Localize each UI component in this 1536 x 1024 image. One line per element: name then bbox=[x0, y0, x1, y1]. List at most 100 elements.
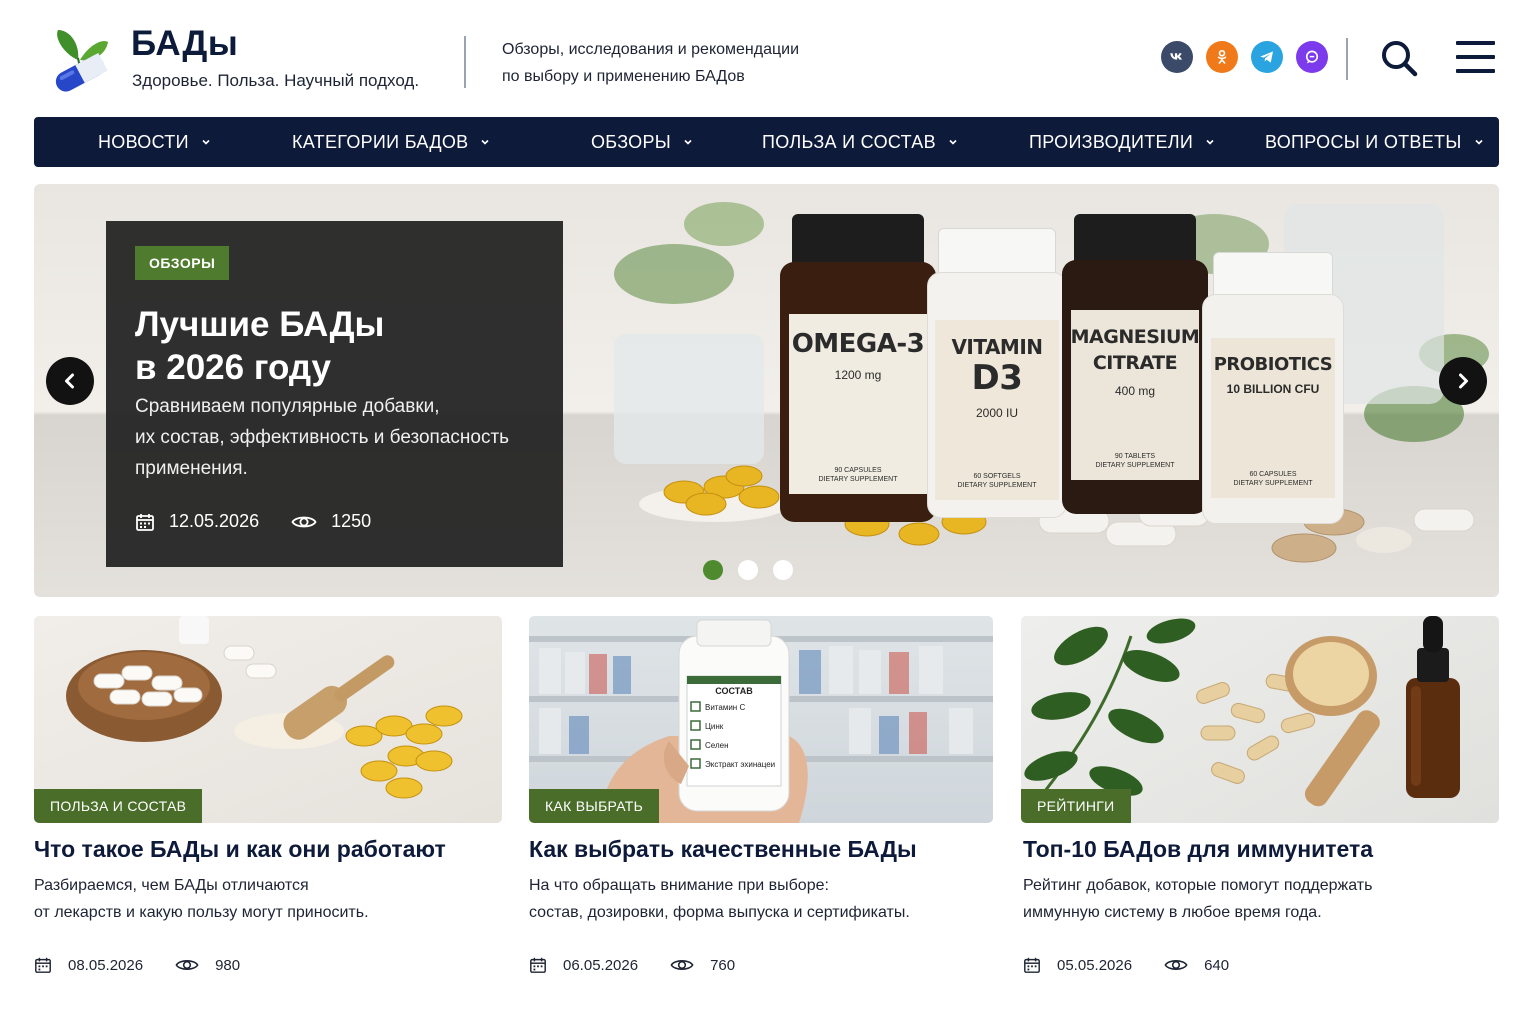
nav-item-label: ВОПРОСЫ И ОТВЕТЫ bbox=[1265, 131, 1462, 152]
bottle-foot-line: 60 SOFTGELS bbox=[973, 473, 1021, 480]
hero-title-line: Лучшие БАДы bbox=[135, 305, 385, 344]
slider-dot[interactable] bbox=[738, 560, 758, 580]
chevron-left-icon bbox=[65, 373, 74, 389]
bottle-name: PROBIOTICS bbox=[1213, 354, 1333, 375]
slider-dot[interactable] bbox=[773, 560, 793, 580]
eye-icon bbox=[175, 960, 199, 970]
site-tagline: Здоровье. Польза. Научный подход. bbox=[132, 71, 420, 90]
bottle-cap bbox=[938, 228, 1056, 276]
search-icon[interactable] bbox=[1380, 39, 1418, 77]
bottle-dose: 2000 IU bbox=[975, 406, 1018, 420]
article-title[interactable]: Как выбрать качественные БАДы bbox=[529, 836, 917, 863]
jar-label-item: Селен bbox=[705, 741, 729, 750]
nav-item-label: НОВОСТИ bbox=[98, 131, 189, 152]
social-links bbox=[1161, 41, 1328, 73]
supplement-bottle: OMEGA-3 1200 mg 90 CAPSULES DIETARY SUPP… bbox=[780, 214, 936, 522]
hero-title[interactable]: Лучшие БАДы в 2026 году bbox=[135, 303, 535, 389]
nav-item-news[interactable]: НОВОСТИ bbox=[98, 117, 211, 167]
bottle-dose: 1200 mg bbox=[834, 368, 882, 382]
menu-bar bbox=[1456, 69, 1495, 73]
jar-label-item: Витамин С bbox=[705, 703, 745, 712]
hero-caption-card[interactable]: ОБЗОРЫ Лучшие БАДы в 2026 году Сравнивае… bbox=[106, 221, 563, 567]
hero-title-line: в 2026 году bbox=[135, 348, 331, 387]
article-excerpt-line: Рейтинг добавок, которые помогут поддерж… bbox=[1023, 877, 1373, 894]
view-count-value: 640 bbox=[1204, 956, 1230, 974]
hamburger-menu-icon[interactable] bbox=[1456, 41, 1495, 74]
supplement-bottle: PROBIOTICS 10 BILLION CFU 60 CAPSULES DI… bbox=[1202, 252, 1344, 524]
bottle-foot-line: 90 CAPSULES bbox=[834, 467, 882, 474]
publish-date-value: 08.05.2026 bbox=[68, 956, 144, 974]
slider-next-button[interactable] bbox=[1439, 357, 1487, 405]
nav-item-reviews[interactable]: ОБЗОРЫ bbox=[591, 117, 693, 167]
slider-dot[interactable] bbox=[703, 560, 723, 580]
bottle-cap bbox=[1073, 214, 1197, 264]
publish-date-value: 12.05.2026 bbox=[169, 511, 260, 531]
site-description-line: Обзоры, исследования и рекомендации bbox=[502, 41, 800, 58]
article-image[interactable]: ПОЛЬЗА И СОСТАВ bbox=[34, 616, 502, 823]
jar-label-item: Цинк bbox=[705, 722, 724, 731]
supplement-bottle: VITAMIN D3 2000 IU 60 SOFTGELS DIETARY S… bbox=[927, 228, 1067, 518]
article-title[interactable]: Что такое БАДы и как они работают bbox=[34, 836, 446, 863]
nav-item-label: ПОЛЬЗА И СОСТАВ bbox=[762, 131, 936, 152]
article-excerpt-line: от лекарств и какую пользу могут приноси… bbox=[34, 904, 369, 921]
calendar-icon bbox=[530, 957, 546, 973]
nav-item-faq[interactable]: ВОПРОСЫ И ОТВЕТЫ bbox=[1265, 117, 1484, 167]
article-excerpt-line: На что обращать внимание при выборе: bbox=[529, 877, 829, 894]
bottle-name: D3 bbox=[971, 358, 1023, 398]
nav-item-categories[interactable]: КАТЕГОРИИ БАДОВ bbox=[292, 117, 490, 167]
category-badge[interactable]: ПОЛЬЗА И СОСТАВ bbox=[34, 789, 203, 823]
vk-icon[interactable] bbox=[1161, 41, 1193, 73]
publish-date: 06.05.2026 bbox=[529, 956, 638, 974]
nav-item-benefits[interactable]: ПОЛЬЗА И СОСТАВ bbox=[762, 117, 958, 167]
chevron-down-icon bbox=[1475, 139, 1483, 145]
chevron-right-icon bbox=[1459, 373, 1468, 389]
eye-icon bbox=[1164, 960, 1188, 970]
calendar-icon bbox=[136, 513, 154, 531]
slider-prev-button[interactable] bbox=[46, 357, 94, 405]
bottle-name: OMEGA-3 bbox=[791, 329, 925, 359]
calendar-icon bbox=[1024, 957, 1040, 973]
nav-item-manufacturers[interactable]: ПРОИЗВОДИТЕЛИ bbox=[1029, 117, 1215, 167]
chevron-down-icon bbox=[949, 139, 957, 145]
article-meta: 08.05.2026 980 bbox=[34, 956, 272, 974]
category-badge[interactable]: РЕЙТИНГИ bbox=[1021, 789, 1131, 823]
bottle-foot-line: 60 CAPSULES bbox=[1249, 471, 1297, 478]
bottle-dose: 10 BILLION CFU bbox=[1226, 382, 1320, 396]
article-title[interactable]: Топ-10 БАДов для иммунитета bbox=[1023, 836, 1373, 863]
slider-dots bbox=[703, 560, 793, 580]
site-title[interactable]: БАДы bbox=[131, 24, 238, 64]
hero-subtitle-line: Сравниваем популярные добавки, bbox=[135, 396, 440, 417]
bottle-foot-line: DIETARY SUPPLEMENT bbox=[1233, 480, 1313, 487]
calendar-icon bbox=[35, 957, 51, 973]
bottle-foot: 60 CAPSULES DIETARY SUPPLEMENT bbox=[1234, 470, 1313, 488]
bottle-label: MAGNESIUM CITRATE 400 mg 90 TABLETS DIET… bbox=[1071, 310, 1200, 480]
odnoklassniki-icon[interactable] bbox=[1206, 41, 1238, 73]
header-divider bbox=[464, 36, 466, 88]
bottle-foot-line: DIETARY SUPPLEMENT bbox=[818, 476, 898, 483]
article-excerpt: На что обращать внимание при выборе: сос… bbox=[529, 872, 969, 926]
nav-item-label: ПРОИЗВОДИТЕЛИ bbox=[1029, 131, 1194, 152]
bottle-label: PROBIOTICS 10 BILLION CFU 60 CAPSULES DI… bbox=[1210, 338, 1336, 498]
view-count-value: 1250 bbox=[331, 511, 372, 531]
bottle-foot-line: DIETARY SUPPLEMENT bbox=[1095, 462, 1175, 469]
article-image[interactable]: РЕЙТИНГИ bbox=[1021, 616, 1499, 823]
site-description: Обзоры, исследования и рекомендации по в… bbox=[502, 36, 862, 90]
bottle-label: OMEGA-3 1200 mg 90 CAPSULES DIETARY SUPP… bbox=[789, 314, 927, 494]
menu-bar bbox=[1456, 41, 1495, 45]
telegram-icon[interactable] bbox=[1251, 41, 1283, 73]
header-divider bbox=[1346, 38, 1348, 80]
logo-icon[interactable] bbox=[44, 24, 116, 92]
publish-date: 05.05.2026 bbox=[1023, 956, 1132, 974]
category-badge[interactable]: КАК ВЫБРАТЬ bbox=[529, 789, 660, 823]
view-count: 980 bbox=[175, 956, 240, 974]
chat-icon[interactable] bbox=[1296, 41, 1328, 73]
category-badge[interactable]: ОБЗОРЫ bbox=[135, 246, 230, 280]
bottle-name: CITRATE bbox=[1092, 352, 1178, 374]
article-excerpt: Разбираемся, чем БАДы отличаются от лека… bbox=[34, 872, 474, 926]
article-image[interactable]: СОСТАВ Витамин С Цинк Селен Экстракт эхи… bbox=[529, 616, 993, 823]
publish-date-value: 06.05.2026 bbox=[563, 956, 639, 974]
bottle-label: VITAMIN D3 2000 IU 60 SOFTGELS DIETARY S… bbox=[935, 320, 1059, 500]
article-excerpt-line: Разбираемся, чем БАДы отличаются bbox=[34, 877, 309, 894]
article-excerpt-line: иммунную систему в любое время года. bbox=[1023, 904, 1322, 921]
nav-item-label: КАТЕГОРИИ БАДОВ bbox=[292, 131, 469, 152]
